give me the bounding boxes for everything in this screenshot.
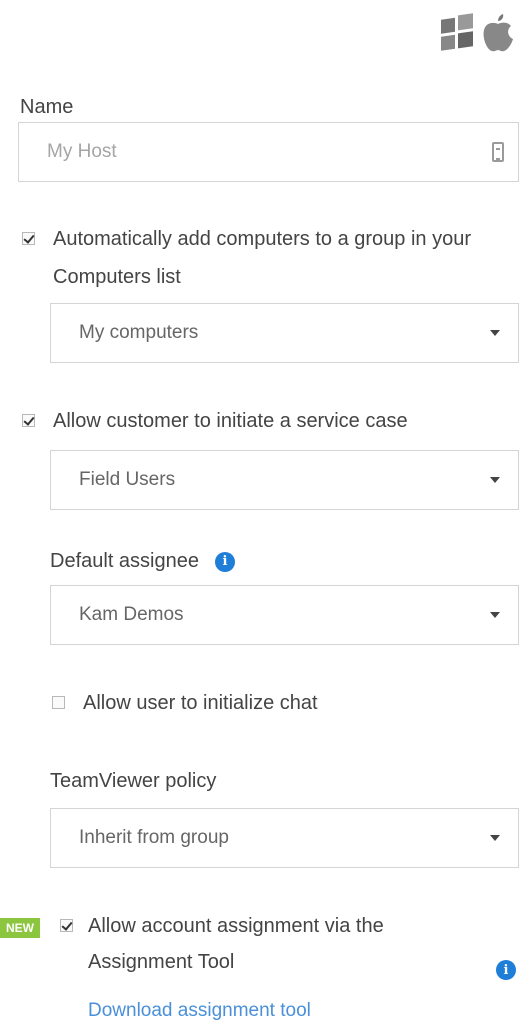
new-badge: NEW xyxy=(0,918,40,938)
default-assignee-row: Default assignee i xyxy=(50,550,235,573)
info-icon[interactable]: i xyxy=(496,960,516,980)
name-input[interactable]: My Host xyxy=(18,122,519,182)
service-group-select-value: Field Users xyxy=(79,469,176,490)
policy-label: TeamViewer policy xyxy=(50,770,217,792)
group-select-value: My computers xyxy=(79,322,199,343)
windows-icon xyxy=(441,13,473,51)
group-select[interactable]: My computers xyxy=(50,303,519,363)
allow-chat-checkbox[interactable] xyxy=(52,696,65,709)
chevron-down-icon xyxy=(490,612,500,618)
service-case-row: Allow customer to initiate a service cas… xyxy=(22,402,522,440)
assignment-checkbox-wrap xyxy=(60,919,73,937)
os-icons xyxy=(439,10,515,54)
auto-add-label: Automatically add computers to a group i… xyxy=(53,228,471,288)
auto-add-checkbox[interactable] xyxy=(22,232,35,245)
chevron-down-icon xyxy=(490,835,500,841)
service-case-label: Allow customer to initiate a service cas… xyxy=(53,410,408,432)
policy-select-value: Inherit from group xyxy=(79,827,229,848)
default-assignee-label: Default assignee xyxy=(50,550,199,572)
download-assignment-tool-link[interactable]: Download assignment tool xyxy=(88,1000,311,1022)
allow-chat-label: Allow user to initialize chat xyxy=(83,692,318,714)
name-label: Name xyxy=(20,96,74,118)
allow-chat-row: Allow user to initialize chat xyxy=(52,684,512,722)
assignment-label: Allow account assignment via the Assignm… xyxy=(88,915,384,973)
chevron-down-icon xyxy=(490,477,500,483)
policy-select[interactable]: Inherit from group xyxy=(50,808,519,868)
assignee-select[interactable]: Kam Demos xyxy=(50,585,519,645)
assignee-select-value: Kam Demos xyxy=(79,604,184,625)
apple-icon xyxy=(483,14,513,52)
assignment-checkbox[interactable] xyxy=(60,919,73,932)
clipboard-icon[interactable] xyxy=(492,142,504,162)
info-icon[interactable]: i xyxy=(214,551,235,572)
service-case-checkbox[interactable] xyxy=(22,414,35,427)
service-group-select[interactable]: Field Users xyxy=(50,450,519,510)
chevron-down-icon xyxy=(490,330,500,336)
auto-add-row: Automatically add computers to a group i… xyxy=(22,220,522,296)
name-input-placeholder: My Host xyxy=(47,141,117,162)
